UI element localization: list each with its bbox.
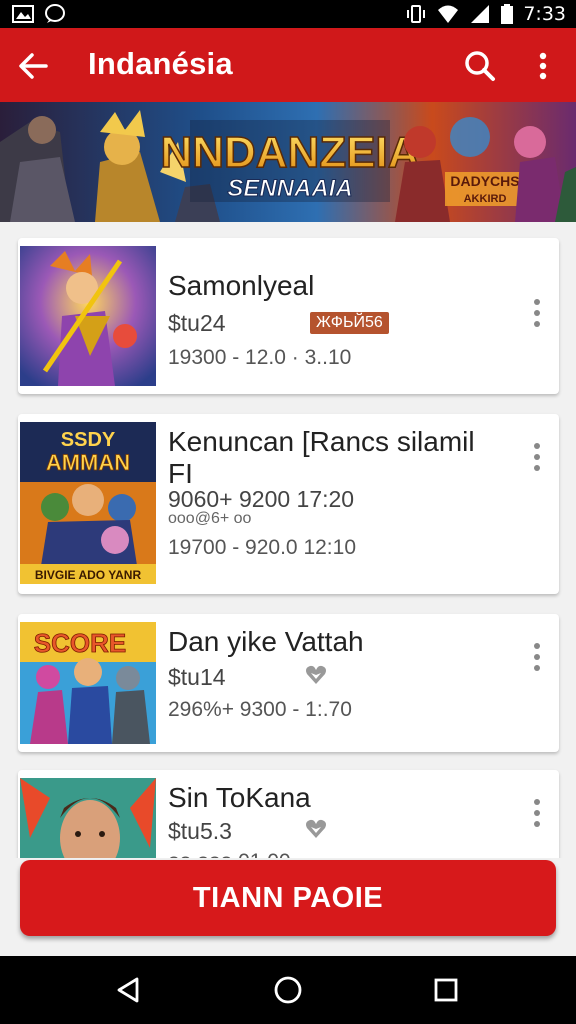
app-bar: Indanésia xyxy=(0,28,576,102)
status-time: 7:33 xyxy=(523,3,566,25)
thumb-text-bottom: BIVGIE ADO YANR xyxy=(35,568,142,582)
item-meta: oo ooo 01 00 xyxy=(168,850,291,858)
system-nav-bar xyxy=(0,956,576,1024)
item-meta: 19700 - 920.0 12:10 xyxy=(168,536,356,559)
home-circle-icon[interactable] xyxy=(270,972,306,1008)
item-price: $tu24 xyxy=(168,310,226,336)
item-list[interactable]: Samonlyeal $tu24 ЖФЬЙ56 19300 - 12.0 · 3… xyxy=(0,222,576,858)
search-icon[interactable] xyxy=(460,46,500,86)
signal-icon xyxy=(471,5,490,23)
item-meta: 19300 - 12.0 · 3..10 xyxy=(168,346,352,369)
item-meta: 296%+ 9300 - 1:.70 xyxy=(168,698,352,721)
item-more-icon[interactable] xyxy=(529,440,545,474)
recents-square-icon[interactable] xyxy=(428,972,464,1008)
item-tag-badge: ЖФЬЙ56 xyxy=(310,312,389,334)
page-title: Indanésia xyxy=(88,46,233,81)
item-price: $tu5.3 xyxy=(168,818,232,844)
item-title-line1: Kenuncan [Rancs silamil xyxy=(168,426,475,457)
banner-side-text-1: DADYCHS xyxy=(450,173,519,189)
list-item[interactable]: Sin ToKana $tu5.3 oo ooo 01 00 xyxy=(18,770,559,858)
banner-subtitle: SENNAAIA xyxy=(227,175,352,202)
back-triangle-icon[interactable] xyxy=(110,972,146,1008)
item-price: 9060+ 9200 17:20 xyxy=(168,486,355,512)
banner-side-text-2: AKKIRD xyxy=(464,193,507,205)
list-item[interactable]: Samonlyeal $tu24 ЖФЬЙ56 19300 - 12.0 · 3… xyxy=(18,238,559,394)
primary-action-button[interactable]: TIANN PAOIE xyxy=(20,860,556,936)
status-bar: 7:33 xyxy=(0,0,576,28)
item-more-icon[interactable] xyxy=(529,640,545,674)
thumb-text-top: SCORE xyxy=(34,628,126,658)
gallery-icon xyxy=(12,5,34,23)
promo-banner[interactable]: NNDANZEIA SENNAAIA DADYCHS AKKIRD xyxy=(0,102,576,222)
item-thumbnail xyxy=(20,246,156,386)
item-thumbnail: SSDY AMMAN BIVGIE ADO YANR xyxy=(20,422,156,584)
list-item[interactable]: SCORE Dan yike Vattah $tu14 296%+ 9300 -… xyxy=(18,614,559,752)
heart-icon[interactable] xyxy=(304,664,328,686)
item-price: $tu14 xyxy=(168,664,226,690)
item-subtext: ooo@6+ oo xyxy=(168,510,252,527)
more-vert-icon[interactable] xyxy=(526,46,560,86)
item-more-icon[interactable] xyxy=(529,296,545,330)
heart-icon[interactable] xyxy=(304,818,328,840)
item-title: Kenuncan [Rancs silamil FI xyxy=(168,426,508,490)
item-more-icon[interactable] xyxy=(529,796,545,830)
thumb-text-top: SSDY xyxy=(61,429,116,451)
item-title: Samonlyeal xyxy=(168,270,315,301)
banner-art: NNDANZEIA SENNAAIA DADYCHS AKKIRD xyxy=(0,102,576,222)
banner-title: NNDANZEIA xyxy=(160,128,419,177)
item-title: Dan yike Vattah xyxy=(168,626,364,657)
battery-icon xyxy=(501,4,514,24)
item-thumbnail: SCORE xyxy=(20,622,156,744)
thumb-text-mid: AMMAN xyxy=(46,450,130,475)
chat-icon xyxy=(45,4,65,23)
list-item[interactable]: SSDY AMMAN BIVGIE ADO YANR Kenuncan [Ran… xyxy=(18,414,559,594)
item-thumbnail xyxy=(20,778,156,858)
item-title: Sin ToKana xyxy=(168,782,311,813)
vibrate-icon xyxy=(407,5,426,23)
wifi-icon xyxy=(438,5,459,23)
back-arrow-icon[interactable] xyxy=(14,46,54,86)
